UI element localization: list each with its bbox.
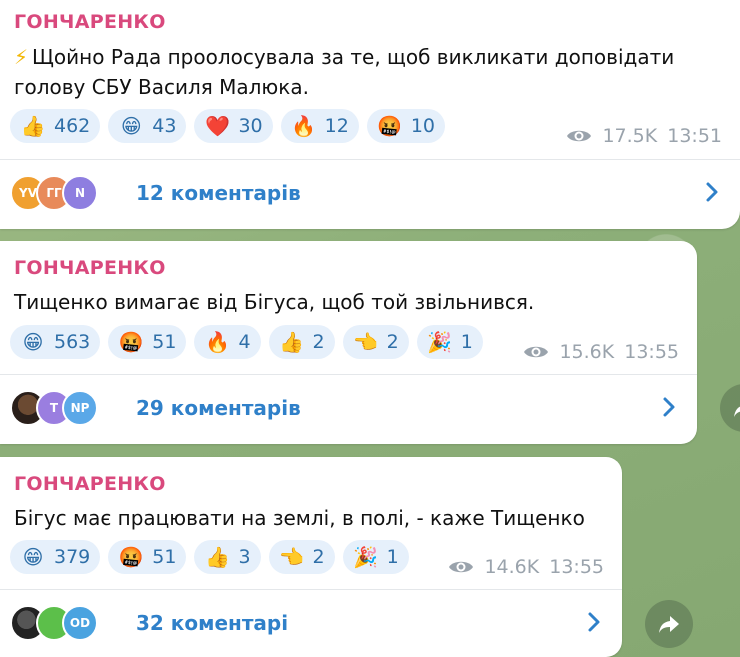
fire-icon: 🔥 bbox=[291, 114, 317, 138]
views-count: 15.6K bbox=[559, 341, 615, 363]
share-arrow-icon bbox=[659, 616, 679, 633]
message-text: ⚡ Щойно Рада проолосувала за те, щоб викл… bbox=[14, 45, 675, 99]
reaction-party[interactable]: 🎉 1 bbox=[416, 325, 483, 359]
comments-count: 29 коментарів bbox=[136, 396, 301, 420]
channel-name[interactable]: ГОНЧАРЕНКО bbox=[14, 257, 166, 279]
comments-button[interactable]: YV ГГ N 12 коментарів bbox=[0, 162, 740, 224]
reactions-bar: 😁 563 🤬 51 🔥 4 👍 2 👈 2 🎉 1 bbox=[10, 325, 483, 359]
grin-icon: 😁 bbox=[22, 330, 44, 354]
avatar: N bbox=[62, 175, 98, 211]
divider bbox=[0, 159, 740, 160]
message-bubble: ГОНЧАРЕНКО ⚡ Щойно Рада проолосувала за т… bbox=[0, 0, 740, 229]
reaction-grin[interactable]: 😁 563 bbox=[10, 325, 101, 359]
reaction-grin[interactable]: 😁 43 bbox=[108, 109, 187, 143]
views-eye-icon bbox=[449, 561, 474, 573]
views-eye-icon bbox=[524, 346, 549, 358]
message-text: Бігус має працювати на землі, в полі, - … bbox=[14, 506, 585, 530]
grin-icon: 😁 bbox=[22, 545, 44, 569]
reaction-grin[interactable]: 😁 379 bbox=[10, 540, 101, 574]
heart-icon: ❤️ bbox=[205, 114, 230, 138]
message-time: 13:55 bbox=[549, 556, 604, 578]
commenter-avatars: YV ГГ N bbox=[10, 175, 130, 211]
thumbs-up-icon: 👍 bbox=[20, 114, 46, 138]
chevron-right-icon bbox=[588, 612, 600, 632]
commenter-avatars: T NP bbox=[10, 390, 130, 426]
reaction-pointing[interactable]: 👈 2 bbox=[268, 540, 335, 574]
message-meta: 15.6K 13:55 bbox=[523, 341, 679, 363]
reaction-angry[interactable]: 🤬 10 bbox=[366, 109, 446, 143]
angry-icon: 🤬 bbox=[377, 114, 403, 138]
comments-button[interactable]: OD 32 коментарі bbox=[0, 592, 622, 654]
reaction-heart[interactable]: ❤️ 30 bbox=[194, 109, 273, 143]
lightning-icon: ⚡ bbox=[14, 45, 29, 69]
pointing-hand-icon: 👈 bbox=[353, 330, 379, 354]
reactions-bar: 👍 462 😁 43 ❤️ 30 🔥 12 🤬 10 bbox=[10, 109, 446, 143]
reaction-party[interactable]: 🎉 1 bbox=[342, 540, 409, 574]
thumbs-up-icon: 👍 bbox=[279, 330, 304, 354]
message-meta: 17.5K 13:51 bbox=[566, 125, 722, 147]
avatar: OD bbox=[62, 605, 98, 641]
thumbs-up-icon: 👍 bbox=[205, 545, 230, 569]
chevron-right-icon bbox=[663, 397, 675, 417]
reaction-fire[interactable]: 🔥 4 bbox=[194, 325, 261, 359]
angry-icon: 🤬 bbox=[118, 545, 144, 569]
angry-icon: 🤬 bbox=[118, 330, 144, 354]
views-count: 14.6K bbox=[484, 556, 540, 578]
message-meta: 14.6K 13:55 bbox=[448, 556, 604, 578]
channel-name[interactable]: ГОНЧАРЕНКО bbox=[14, 473, 166, 495]
party-popper-icon: 🎉 bbox=[427, 330, 453, 354]
party-popper-icon: 🎉 bbox=[353, 545, 379, 569]
reactions-bar: 😁 379 🤬 51 👍 3 👈 2 🎉 1 bbox=[10, 540, 409, 574]
reaction-thumbs-up[interactable]: 👍 2 bbox=[268, 325, 335, 359]
comments-count: 32 коментарі bbox=[136, 611, 289, 635]
reaction-thumbs-up[interactable]: 👍 462 bbox=[10, 109, 101, 143]
grin-icon: 😁 bbox=[120, 114, 142, 138]
views-count: 17.5K bbox=[602, 125, 658, 147]
comments-count: 12 коментарів bbox=[136, 181, 301, 205]
message-time: 13:55 bbox=[624, 341, 679, 363]
chevron-right-icon bbox=[706, 182, 718, 202]
avatar: NP bbox=[62, 390, 98, 426]
share-arrow-icon bbox=[734, 406, 740, 417]
pointing-hand-icon: 👈 bbox=[279, 545, 304, 569]
share-button[interactable] bbox=[645, 600, 693, 648]
comments-button[interactable]: T NP 29 коментарів bbox=[0, 377, 697, 439]
message-bubble: ГОНЧАРЕНКО Бігус має працювати на землі,… bbox=[0, 457, 622, 657]
message-bubble: ГОНЧАРЕНКО Тищенко вимагає від Бігуса, щ… bbox=[0, 241, 697, 444]
reaction-angry[interactable]: 🤬 51 bbox=[108, 325, 187, 359]
reaction-fire[interactable]: 🔥 12 bbox=[280, 109, 359, 143]
reaction-thumbs-up[interactable]: 👍 3 bbox=[194, 540, 261, 574]
reaction-angry[interactable]: 🤬 51 bbox=[108, 540, 187, 574]
message-text: Тищенко вимагає від Бігуса, щоб той звіл… bbox=[14, 290, 535, 314]
message-time: 13:51 bbox=[667, 125, 722, 147]
divider bbox=[0, 589, 622, 590]
divider bbox=[0, 374, 697, 375]
views-eye-icon bbox=[567, 130, 592, 142]
commenter-avatars: OD bbox=[10, 605, 130, 641]
channel-name[interactable]: ГОНЧАРЕНКО bbox=[14, 11, 166, 33]
fire-icon: 🔥 bbox=[205, 330, 230, 354]
reaction-pointing[interactable]: 👈 2 bbox=[342, 325, 409, 359]
